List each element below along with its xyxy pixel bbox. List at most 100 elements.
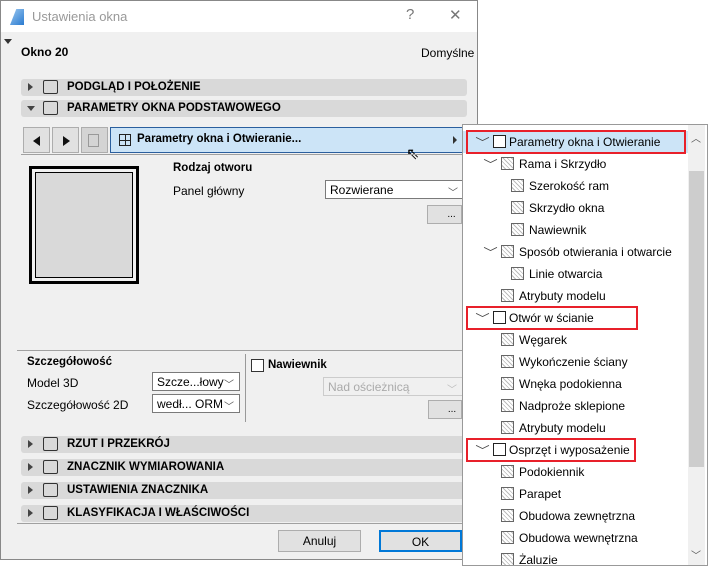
tree-item[interactable]: ﹀ Rama i Skrzydło bbox=[463, 153, 689, 175]
tree-item[interactable]: Wnęka podokienna bbox=[463, 373, 689, 395]
tree-item-icon bbox=[501, 399, 514, 412]
tree-item[interactable]: Wykończenie ściany bbox=[463, 351, 689, 373]
section-dimension-marker[interactable]: ZNACZNIK WYMIAROWANIA bbox=[21, 459, 467, 476]
section-label: USTAWIENIA ZNACZNIKA bbox=[67, 484, 209, 496]
preset-label: Domyślne bbox=[421, 46, 475, 60]
tree-item-icon bbox=[501, 289, 514, 302]
previous-page-button[interactable] bbox=[23, 127, 50, 153]
tree-item[interactable]: Żaluzie bbox=[463, 549, 689, 566]
tree-item[interactable]: Parapet bbox=[463, 483, 689, 505]
tree-item-icon bbox=[501, 333, 514, 346]
chevron-down-icon[interactable]: ﹀ bbox=[483, 156, 497, 172]
tree-item-icon bbox=[511, 267, 524, 280]
model3d-value: Szcze...łowy bbox=[157, 375, 224, 389]
chevron-down-icon: ﹀ bbox=[224, 380, 234, 391]
section-classification[interactable]: KLASYFIKACJA I WŁAŚCIWOŚCI bbox=[21, 505, 467, 522]
detail2d-select[interactable]: wedł... ORM ﹀ bbox=[152, 394, 240, 413]
tree-item-label: Atrybuty modelu bbox=[519, 421, 606, 435]
scrollbar[interactable]: ︿ ﹀ bbox=[688, 125, 705, 565]
tree-item[interactable]: Atrybuty modelu bbox=[463, 285, 689, 307]
section-label: ZNACZNIK WYMIAROWANIA bbox=[67, 461, 225, 473]
button-ellipsis: ... bbox=[447, 209, 456, 220]
tree-item-label: Żaluzie bbox=[519, 553, 558, 566]
parameters-icon bbox=[43, 101, 58, 115]
app-logo-icon bbox=[10, 9, 24, 25]
tree-item[interactable]: Obudowa wewnętrzna bbox=[463, 527, 689, 549]
collapse-icon bbox=[27, 106, 35, 111]
tree-item[interactable]: Nadproże sklepione bbox=[463, 395, 689, 417]
section-label: PODGLĄD I POŁOŻENIE bbox=[67, 81, 201, 93]
expand-icon bbox=[28, 83, 33, 91]
tree-item-icon bbox=[511, 179, 524, 192]
chevron-down-icon: ﹀ bbox=[447, 385, 457, 396]
chevron-down-icon: ﹀ bbox=[448, 188, 458, 199]
arrow-left-icon bbox=[33, 136, 40, 146]
page-tree-popup: ﹀ Parametry okna i Otwieranie ﹀ Rama i Skrz… bbox=[462, 124, 708, 566]
page-selector-label: Parametry okna i Otwieranie... bbox=[137, 133, 302, 145]
tree-item-icon bbox=[511, 223, 524, 236]
section-window-parameters[interactable]: PARAMETRY OKNA PODSTAWOWEGO bbox=[21, 100, 467, 117]
ok-button[interactable]: OK bbox=[379, 530, 462, 552]
tree-item[interactable]: Linie otwarcia bbox=[463, 263, 689, 285]
document-icon bbox=[43, 506, 58, 520]
model3d-select[interactable]: Szcze...łowy ﹀ bbox=[152, 372, 240, 391]
tree-item-icon bbox=[511, 201, 524, 214]
vent-settings-button[interactable]: ... bbox=[428, 400, 462, 419]
tree-item-icon bbox=[501, 157, 514, 170]
tree-item-icon bbox=[501, 355, 514, 368]
tree-item-label: Podokiennik bbox=[519, 465, 585, 479]
close-button[interactable]: ✕ bbox=[449, 6, 462, 24]
tree-item-label: Parapet bbox=[519, 487, 562, 501]
help-button[interactable]: ? bbox=[406, 6, 414, 23]
opening-type-heading: Rodzaj otworu bbox=[173, 162, 253, 174]
tree-item-label: Obudowa wewnętrzna bbox=[519, 531, 638, 545]
preview-cube-icon bbox=[43, 80, 58, 94]
cancel-button[interactable]: Anuluj bbox=[278, 530, 361, 552]
tree-item[interactable]: Węgarek bbox=[463, 329, 689, 351]
tree-item-icon bbox=[501, 509, 514, 522]
vent-position-select[interactable]: Nad ościeżnicą ﹀ bbox=[323, 377, 463, 396]
tree-item-label: Wnęka podokienna bbox=[519, 377, 622, 391]
divider bbox=[17, 350, 467, 351]
tree-item-icon bbox=[501, 245, 514, 258]
scrollbar-thumb[interactable] bbox=[689, 171, 704, 467]
scroll-down-icon[interactable]: ﹀ bbox=[691, 547, 701, 562]
tree-item[interactable]: Skrzydło okna bbox=[463, 197, 689, 219]
tree-item-icon bbox=[501, 465, 514, 478]
tree-item[interactable]: Nawiewnik bbox=[463, 219, 689, 241]
model3d-label: Model 3D bbox=[27, 376, 79, 390]
arrow-right-icon bbox=[63, 136, 70, 146]
tree-item-label: Rama i Skrzydło bbox=[519, 157, 607, 171]
section-preview-position[interactable]: PODGLĄD I POŁOŻENIE bbox=[21, 79, 467, 96]
tree-item[interactable]: ﹀ Sposób otwierania i otwarcie bbox=[463, 241, 689, 263]
main-panel-select[interactable]: Rozwierane ﹀ bbox=[325, 180, 464, 199]
tree-item[interactable]: Podokiennik bbox=[463, 461, 689, 483]
section-label: KLASYFIKACJA I WŁAŚCIWOŚCI bbox=[67, 507, 250, 519]
divider bbox=[21, 154, 467, 155]
section-plan-section[interactable]: RZUT I PRZEKRÓJ bbox=[21, 436, 467, 453]
chevron-down-icon[interactable]: ﹀ bbox=[483, 244, 497, 260]
window-title: Ustawienia okna bbox=[32, 9, 128, 24]
title-bar: Ustawienia okna ? ✕ bbox=[1, 1, 477, 32]
vent-checkbox[interactable] bbox=[251, 359, 264, 372]
list-icon bbox=[88, 134, 99, 147]
scroll-up-icon[interactable]: ︿ bbox=[691, 130, 701, 145]
tree-item-label: Linie otwarcia bbox=[529, 267, 603, 281]
tree-item[interactable]: Szerokość ram bbox=[463, 175, 689, 197]
next-page-button[interactable] bbox=[52, 127, 79, 153]
window-grid-icon bbox=[119, 134, 131, 146]
highlight-box bbox=[466, 306, 638, 330]
highlight-box bbox=[466, 130, 686, 154]
collapse-arrow-icon[interactable] bbox=[4, 39, 12, 44]
tree-item[interactable]: Obudowa zewnętrzna bbox=[463, 505, 689, 527]
opening-settings-button[interactable]: ... bbox=[427, 205, 462, 224]
section-label: PARAMETRY OKNA PODSTAWOWEGO bbox=[67, 102, 281, 114]
tree-item[interactable]: Atrybuty modelu bbox=[463, 417, 689, 439]
window-settings-dialog: Ustawienia okna ? ✕ Okno 20 Domyślne POD… bbox=[0, 0, 478, 560]
window-preview bbox=[29, 166, 139, 284]
submenu-arrow-icon bbox=[453, 136, 457, 144]
page-list-button[interactable] bbox=[81, 127, 108, 153]
main-panel-label: Panel główny bbox=[173, 184, 245, 198]
section-marker-settings[interactable]: USTAWIENIA ZNACZNIKA bbox=[21, 482, 467, 499]
tree-item-icon bbox=[501, 377, 514, 390]
